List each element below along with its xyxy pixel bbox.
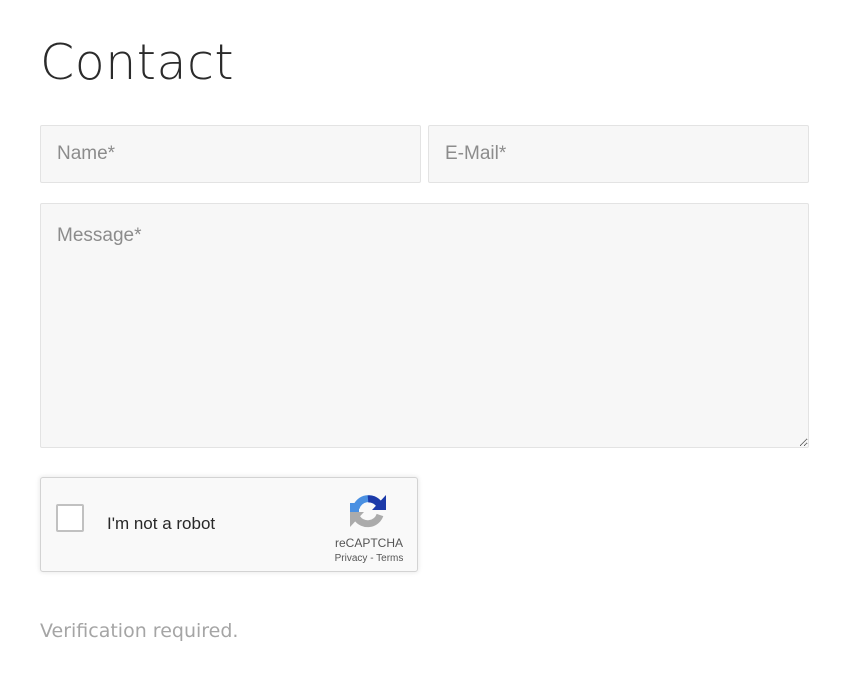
privacy-link[interactable]: Privacy xyxy=(335,553,368,564)
recaptcha-logo-icon xyxy=(350,495,386,528)
link-separator: - xyxy=(367,553,377,564)
verification-status: Verification required. xyxy=(40,620,239,642)
recaptcha-links: Privacy - Terms xyxy=(321,553,417,564)
terms-link[interactable]: Terms xyxy=(376,553,403,564)
name-field[interactable] xyxy=(40,125,421,183)
recaptcha-widget: I'm not a robot reCAPTCHA Privacy - Term… xyxy=(40,477,418,572)
message-field[interactable] xyxy=(40,203,809,448)
recaptcha-checkbox-label[interactable]: I'm not a robot xyxy=(107,514,215,534)
page-title: Contact xyxy=(40,34,235,91)
recaptcha-brand: reCAPTCHA xyxy=(334,536,403,550)
recaptcha-checkbox[interactable] xyxy=(56,504,84,532)
email-field[interactable] xyxy=(428,125,809,183)
